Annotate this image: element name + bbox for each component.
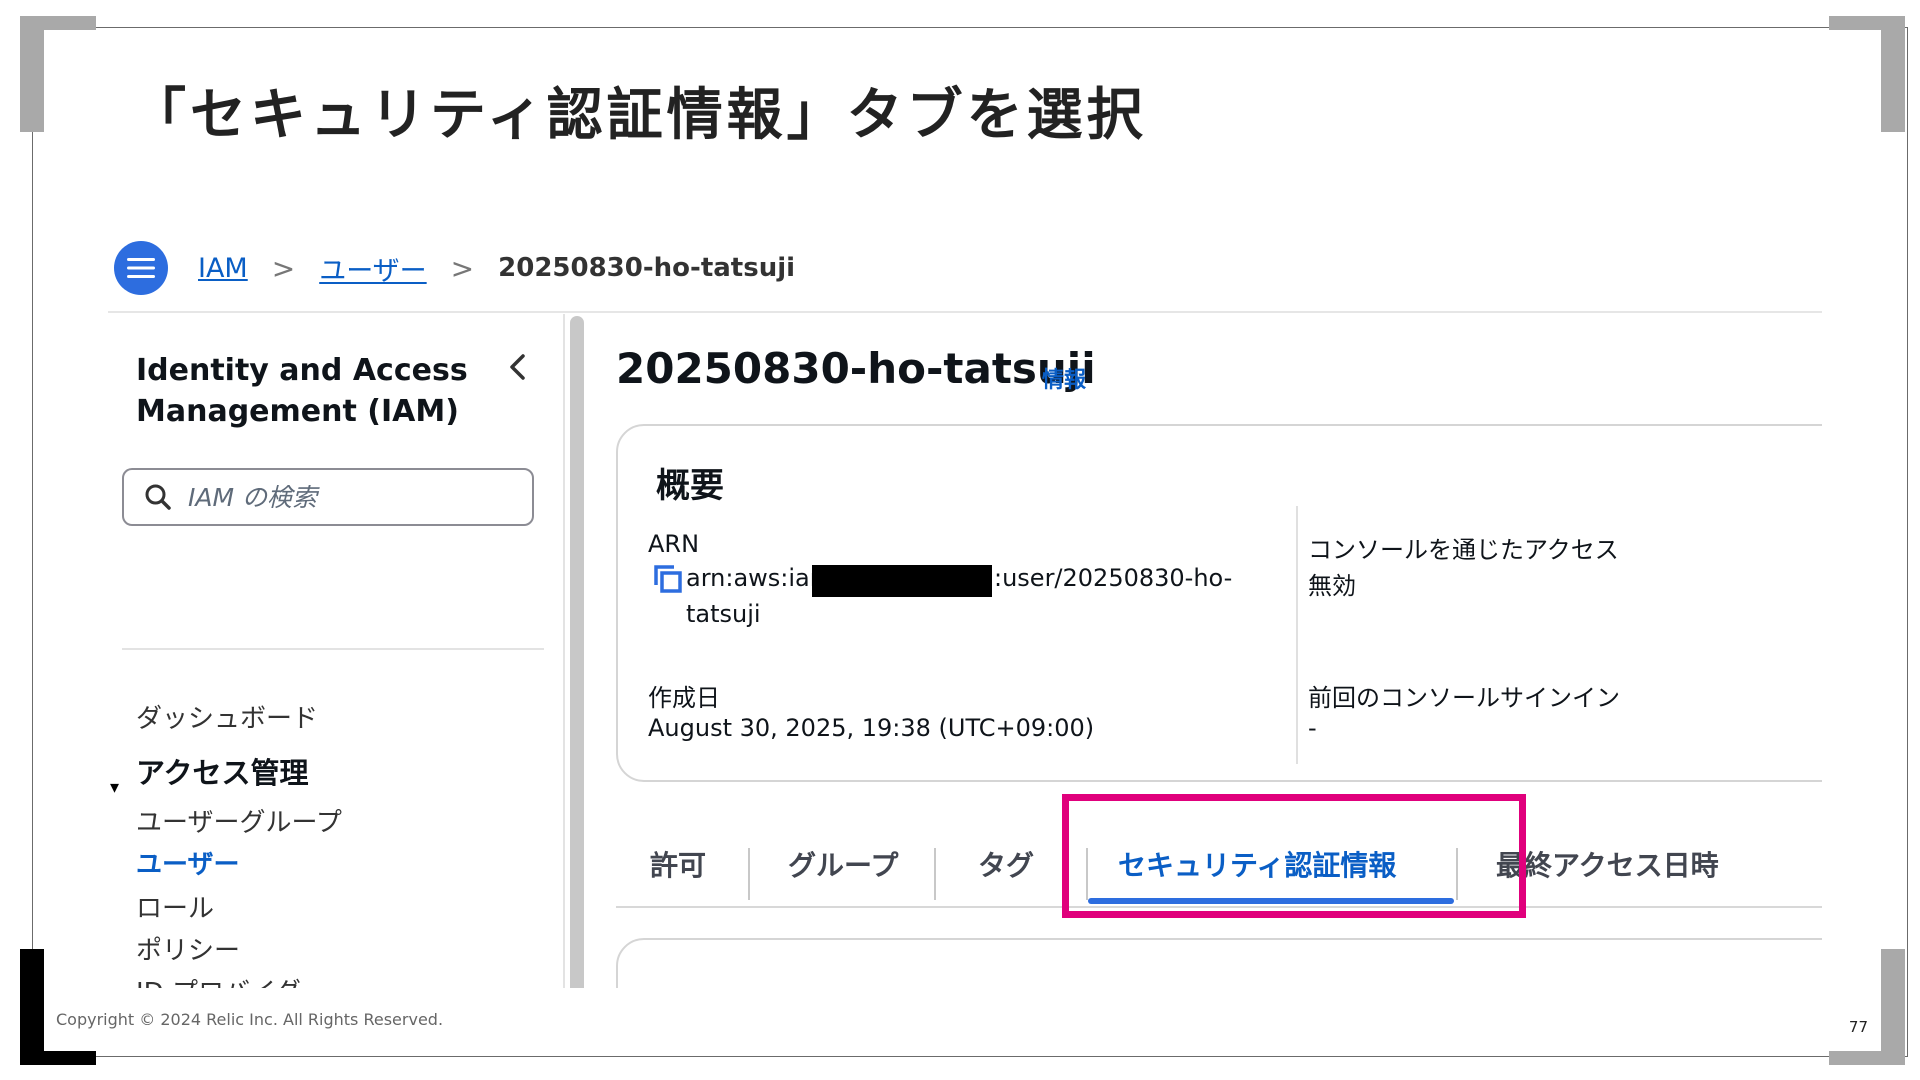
corner-mark bbox=[20, 949, 44, 1065]
copy-icon[interactable] bbox=[652, 563, 684, 595]
collapse-sidebar-button[interactable] bbox=[508, 352, 526, 390]
page-title: 20250830-ho-tatsuji bbox=[616, 344, 1096, 393]
summary-title: 概要 bbox=[656, 466, 724, 506]
chevron-left-icon bbox=[510, 354, 525, 380]
breadcrumb-current: 20250830-ho-tatsuji bbox=[498, 253, 796, 283]
breadcrumb-iam-link[interactable]: IAM bbox=[198, 253, 248, 284]
corner-mark bbox=[20, 16, 44, 132]
scroll-track bbox=[563, 314, 565, 988]
hamburger-icon bbox=[127, 258, 155, 278]
last-signin-label: 前回のコンソールサインイン bbox=[1308, 684, 1620, 712]
tab-separator bbox=[748, 848, 750, 900]
copyright: Copyright © 2024 Relic Inc. All Rights R… bbox=[56, 1010, 444, 1029]
scrollbar[interactable] bbox=[570, 316, 584, 988]
highlight-box bbox=[1062, 794, 1526, 918]
divider bbox=[122, 648, 544, 650]
created-label: 作成日 bbox=[648, 684, 720, 712]
arn-label: ARN bbox=[648, 530, 700, 558]
breadcrumb: IAM > ユーザー > 20250830-ho-tatsuji bbox=[108, 236, 795, 300]
page-number: 77 bbox=[1848, 1018, 1868, 1036]
column-divider bbox=[1296, 506, 1298, 764]
chevron-right-icon: > bbox=[450, 251, 475, 285]
menu-button[interactable] bbox=[114, 241, 168, 295]
sidebar-item-roles[interactable]: ロール bbox=[136, 888, 214, 925]
sidebar-title: Identity and Access Management (IAM) bbox=[136, 353, 468, 429]
summary-panel: 概要 ARN arn:aws:iam:: :user/20250830-ho- … bbox=[616, 424, 1822, 782]
sidebar-item-dashboard[interactable]: ダッシュボード bbox=[136, 698, 318, 735]
divider bbox=[108, 311, 1822, 313]
sidebar-item-id-providers[interactable]: ID プロバイダ bbox=[136, 972, 301, 988]
tab-tags[interactable]: タグ bbox=[978, 844, 1034, 884]
sidebar-item-users[interactable]: ユーザー bbox=[136, 844, 239, 881]
chevron-right-icon: > bbox=[271, 251, 296, 285]
redacted-account-id bbox=[812, 565, 992, 597]
console-access-value: 無効 bbox=[1308, 572, 1356, 600]
tab-separator bbox=[934, 848, 936, 900]
tab-permissions[interactable]: 許可 bbox=[650, 844, 706, 884]
search-input[interactable] bbox=[186, 481, 520, 513]
arn-suffix: :user/20250830-ho- bbox=[994, 564, 1233, 592]
console-access-label: コンソールを通じたアクセス bbox=[1308, 536, 1619, 564]
slide-title: 「セキュリティ認証情報」タブを選択 bbox=[130, 83, 1147, 148]
sidebar-item-user-groups[interactable]: ユーザーグループ bbox=[136, 802, 342, 839]
console-screenshot: IAM > ユーザー > 20250830-ho-tatsuji Identit… bbox=[108, 236, 1822, 988]
last-signin-value: - bbox=[1308, 714, 1317, 742]
sidebar-search[interactable] bbox=[122, 468, 534, 526]
corner-mark bbox=[1881, 16, 1905, 132]
console-signin-panel: コンソールサインイン bbox=[616, 938, 1822, 988]
breadcrumb-users-link[interactable]: ユーザー bbox=[319, 249, 426, 288]
sidebar: Identity and Access Management (IAM) ダッシ… bbox=[108, 314, 578, 988]
tab-last-accessed[interactable]: 最終アクセス日時 bbox=[1496, 844, 1719, 884]
tab-groups[interactable]: グループ bbox=[788, 844, 898, 884]
info-link[interactable]: 情報 bbox=[1042, 362, 1086, 394]
expand-triangle-icon[interactable]: ▾ bbox=[110, 777, 119, 798]
sidebar-item-policies[interactable]: ポリシー bbox=[136, 930, 240, 967]
arn-suffix-wrap: tatsuji bbox=[686, 600, 761, 628]
corner-mark bbox=[1881, 949, 1905, 1065]
console-signin-title: コンソールサインイン bbox=[654, 978, 1014, 988]
created-value: August 30, 2025, 19:38 (UTC+09:00) bbox=[648, 714, 1095, 742]
sidebar-section-access-management[interactable]: アクセス管理 bbox=[136, 750, 309, 792]
search-icon bbox=[145, 484, 171, 510]
